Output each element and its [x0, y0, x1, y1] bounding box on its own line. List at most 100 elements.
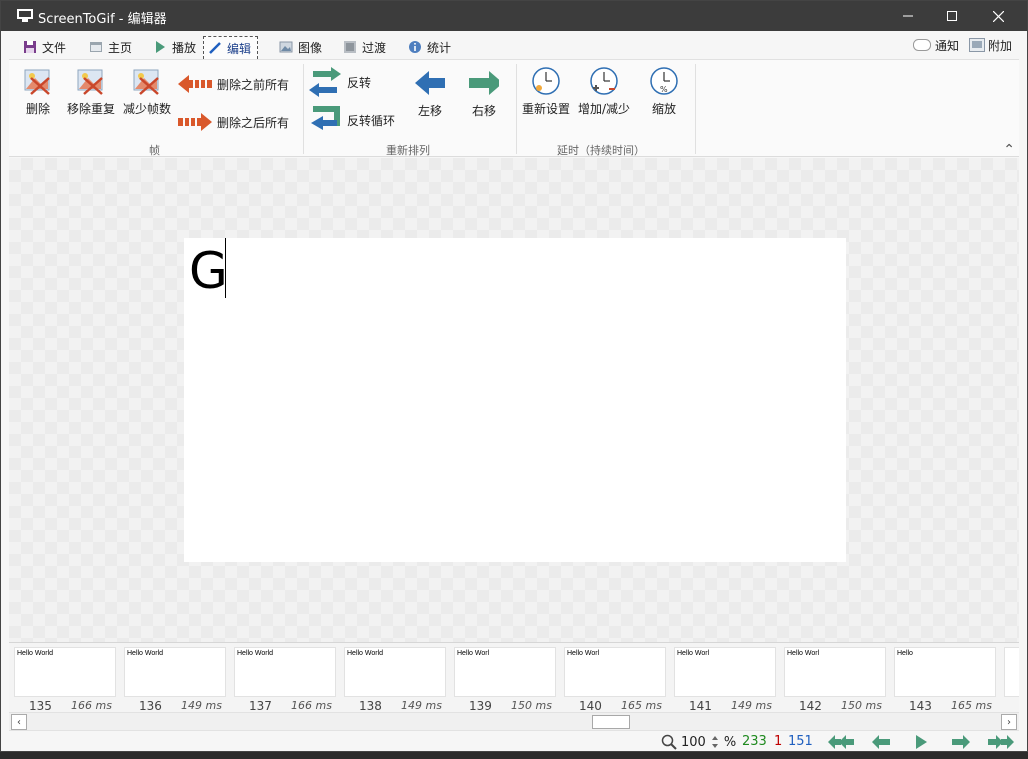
increase-decrease-label: 增加/减少 — [578, 102, 631, 116]
thumbnail-text: Hello World — [17, 650, 54, 657]
editor-window: ScreenToGif - 编辑器 文件 主页 播放 编辑 图像 过渡 统计 通… — [0, 0, 1028, 752]
thumbnail-text: Hello — [897, 650, 913, 657]
frame-delay: 150 ms — [511, 699, 552, 712]
thumbnail-text: Hello World — [347, 650, 384, 657]
frame-delay: 166 ms — [291, 699, 332, 712]
thumbnail-preview — [1004, 647, 1019, 697]
tab-file[interactable]: 文件 — [19, 36, 72, 58]
frame-list-scrollbar[interactable]: ‹ › — [9, 712, 1019, 730]
yoyo-label: 反转循环 — [347, 113, 396, 128]
frame-delay: 149 ms — [401, 699, 442, 712]
taskbar-strip — [0, 752, 1028, 759]
frame-number: 138 — [359, 699, 382, 712]
magnifier-icon — [661, 734, 677, 750]
increase-decrease-delay-button[interactable]: 增加/减少 — [578, 66, 630, 117]
thumbnail-preview: Hello World — [344, 647, 446, 697]
frame-thumbnail[interactable]: Hello Worl 140 165 ms — [559, 645, 669, 712]
thumbnail-text: Hello Worl — [677, 650, 710, 657]
reduce-frames-button[interactable]: 减少帧数 — [123, 66, 171, 117]
frame-thumbnail[interactable]: Hello Worl 142 150 ms — [779, 645, 889, 712]
close-icon — [992, 10, 1004, 22]
pencil-icon — [208, 41, 222, 55]
frame-thumbnail[interactable]: Hello Worl 141 149 ms — [669, 645, 779, 712]
frame-number: 135 — [29, 699, 52, 712]
reverse-icon — [307, 67, 343, 97]
play-icon — [153, 40, 167, 54]
frame-thumbnail-partial[interactable] — [999, 645, 1019, 712]
move-right-button[interactable]: 右移 — [469, 68, 499, 119]
selected-frames-count: 1 — [774, 734, 783, 749]
scale-delay-button[interactable]: % 缩放 — [649, 66, 679, 117]
reduce-frames-icon — [132, 66, 162, 96]
thumbnail-preview: Hello Worl — [784, 647, 886, 697]
frame-number: 137 — [249, 699, 272, 712]
previous-frame-button[interactable] — [867, 734, 895, 750]
first-frame-button[interactable] — [827, 734, 855, 750]
frame-thumbnail[interactable]: Hello Worl 139 150 ms — [449, 645, 559, 712]
spinner-icon[interactable] — [710, 734, 720, 750]
ribbon-tabs: 文件 主页 播放 编辑 图像 过渡 统计 — [1, 31, 1027, 59]
move-right-label: 右移 — [471, 104, 496, 118]
tab-image[interactable]: 图像 — [275, 36, 328, 58]
thumbnail-text: Hello Worl — [457, 650, 490, 657]
scroll-thumb[interactable] — [592, 715, 630, 729]
frame-group-label: 帧 — [149, 144, 160, 157]
delete-frame-button[interactable]: 删除 — [23, 66, 53, 117]
tab-label: 主页 — [108, 40, 133, 55]
scroll-left-button[interactable]: ‹ — [11, 714, 27, 730]
frame-thumbnail[interactable]: Hello World 136 149 ms — [119, 645, 229, 712]
collapse-ribbon-icon[interactable]: ⌃ — [1003, 142, 1015, 158]
delete-label: 删除 — [25, 102, 50, 116]
arrow-right-dashed-icon — [177, 110, 213, 134]
notification-label: 通知 — [935, 38, 960, 53]
reorder-group-label: 重新排列 — [386, 144, 430, 157]
last-frame-button[interactable] — [987, 734, 1015, 750]
notification-icon — [913, 39, 931, 51]
frame-thumbnail[interactable]: Hello World 138 149 ms — [339, 645, 449, 712]
thumbnail-preview: Hello Worl — [564, 647, 666, 697]
reverse-button[interactable]: 反转 — [307, 67, 371, 97]
thumbnail-preview: Hello World — [124, 647, 226, 697]
tab-statistics[interactable]: 统计 — [404, 36, 457, 58]
frame-thumbnail[interactable]: Hello World 137 166 ms — [229, 645, 339, 712]
delete-next-button[interactable]: 删除之后所有 — [177, 110, 289, 134]
thumbnail-preview: Hello — [894, 647, 996, 697]
minimize-button[interactable] — [885, 1, 931, 31]
extras-button[interactable]: 附加 — [969, 36, 1012, 54]
override-delay-button[interactable]: 重新设置 — [522, 66, 570, 117]
zoom-unit: % — [723, 734, 737, 750]
zoom-value[interactable]: 100 — [681, 735, 706, 750]
delete-previous-label: 删除之前所有 — [217, 77, 290, 92]
tab-playback[interactable]: 播放 — [149, 36, 202, 58]
tab-transitions[interactable]: 过渡 — [339, 36, 392, 58]
delay-group-label: 延时（持续时间） — [557, 144, 645, 157]
zoom-control[interactable]: 100 % — [661, 734, 736, 750]
tab-label: 过渡 — [362, 40, 387, 55]
scale-delay-label: 缩放 — [651, 102, 676, 116]
delete-previous-button[interactable]: 删除之前所有 — [177, 72, 289, 96]
scroll-right-button[interactable]: › — [1001, 714, 1017, 730]
arrow-right-icon — [952, 735, 970, 749]
notification-button[interactable]: 通知 — [913, 36, 959, 54]
yoyo-button[interactable]: 反转循环 — [307, 106, 396, 132]
next-frame-button[interactable] — [947, 734, 975, 750]
frame-text: G — [189, 242, 228, 300]
frame-viewer[interactable]: G — [9, 158, 1019, 642]
thumbnail-preview: Hello Worl — [674, 647, 776, 697]
frame-delay: 166 ms — [71, 699, 112, 712]
frame-delay: 150 ms — [841, 699, 882, 712]
close-button[interactable] — [975, 1, 1021, 31]
frame-thumbnail[interactable]: Hello 143 165 ms — [889, 645, 999, 712]
thumbnail-preview: Hello Worl — [454, 647, 556, 697]
title-bar[interactable]: ScreenToGif - 编辑器 — [1, 1, 1027, 31]
tab-edit[interactable]: 编辑 — [203, 36, 259, 59]
maximize-button[interactable] — [929, 1, 975, 31]
frame-thumbnail[interactable]: Hello World 135 166 ms — [9, 645, 119, 712]
play-button[interactable] — [907, 734, 935, 750]
remove-duplicates-button[interactable]: 移除重复 — [67, 66, 115, 117]
frame-list[interactable]: Hello World 135 166 ms Hello World 136 1… — [9, 642, 1019, 712]
frame-number: 141 — [689, 699, 712, 712]
move-left-button[interactable]: 左移 — [415, 68, 445, 119]
group-separator — [516, 64, 517, 154]
tab-home[interactable]: 主页 — [85, 36, 138, 58]
